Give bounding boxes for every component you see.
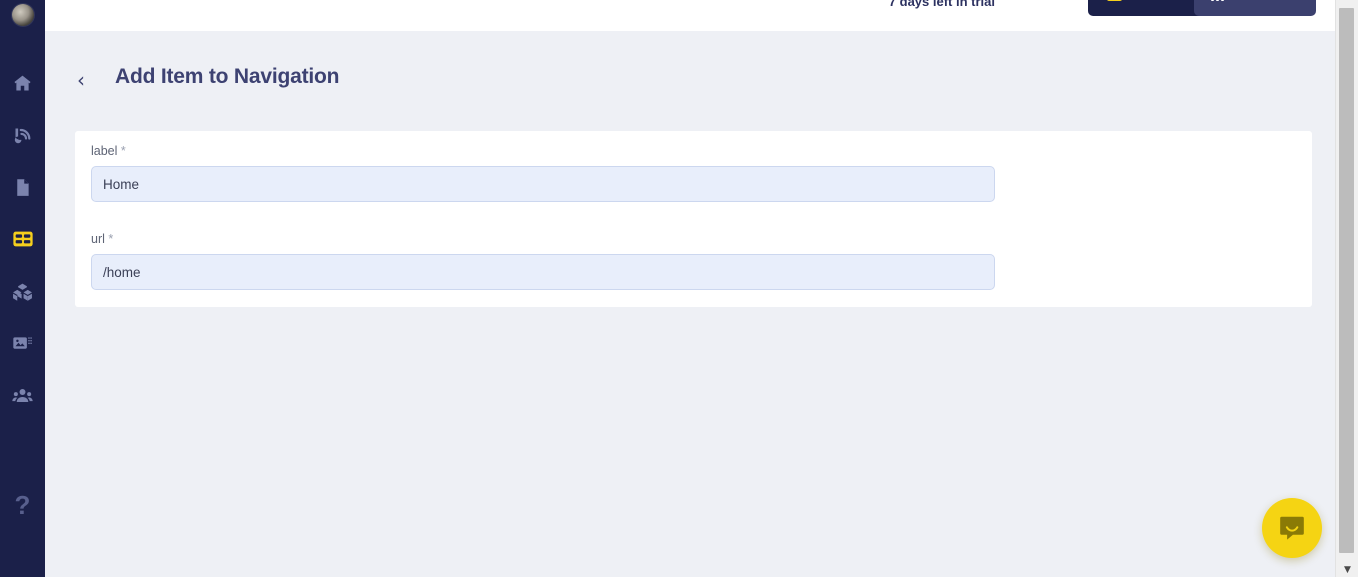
form-field-url: url * /home [91, 232, 995, 290]
main-content: ‹ Add Item to Navigation Publish Save Dr… [45, 31, 1335, 577]
chat-launcher-button[interactable] [1262, 498, 1322, 558]
blocks-icon [13, 283, 32, 301]
page-header: ‹ Add Item to Navigation Publish Save Dr… [45, 50, 1335, 112]
blog-icon [14, 128, 31, 143]
url-input[interactable]: /home [91, 254, 995, 290]
sidebar-item-home[interactable] [6, 66, 40, 100]
field-label-text: label * [91, 144, 995, 158]
grid-icon [12, 231, 33, 247]
subscribe-button[interactable]: Subscribe [1088, 0, 1210, 16]
avatar[interactable] [11, 4, 34, 26]
form-card: label * Home url * /home [75, 131, 1312, 307]
sidebar-icon-list [6, 66, 40, 430]
sidebar-item-blocks[interactable] [6, 274, 40, 308]
url-input-value: /home [103, 264, 141, 280]
sidebar-item-blog[interactable] [6, 118, 40, 152]
document-icon [17, 178, 29, 196]
app-root: ? 7 days left in trial Subscribe Product… [0, 0, 1358, 577]
media-icon [13, 336, 32, 349]
help-icon[interactable]: ? [15, 492, 31, 518]
chat-bubble-icon [1280, 516, 1304, 540]
page-title: Add Item to Navigation [115, 65, 340, 88]
scrollbar-thumb[interactable] [1339, 8, 1354, 553]
environment-label: Production [1230, 0, 1299, 3]
topbar: 7 days left in trial Subscribe Productio… [45, 0, 1335, 31]
back-button[interactable]: ‹ [77, 70, 85, 90]
credit-card-icon [1107, 0, 1123, 1]
field-label-name: url [91, 232, 105, 246]
sidebar-item-people[interactable] [6, 378, 40, 412]
scroll-down-arrow-icon[interactable]: ▼ [1336, 566, 1358, 575]
label-input-value: Home [103, 176, 140, 192]
field-label-name: label [91, 144, 118, 158]
sidebar-item-content[interactable] [6, 222, 40, 256]
required-mark: * [120, 144, 126, 158]
vertical-scrollbar[interactable]: ▼ [1335, 0, 1358, 577]
form-field-label: label * Home [91, 144, 995, 202]
home-icon [14, 75, 31, 90]
subscribe-button-label: Subscribe [1128, 0, 1191, 3]
chart-bars-icon [1211, 0, 1225, 1]
label-input[interactable]: Home [91, 166, 995, 202]
sidebar-item-media[interactable] [6, 326, 40, 360]
sidebar: ? [0, 0, 45, 577]
sidebar-item-pages[interactable] [6, 170, 40, 204]
trial-status-text: 7 days left in trial [888, 0, 995, 9]
field-label-text: url * [91, 232, 995, 246]
environment-switcher-button[interactable]: Production [1194, 0, 1316, 16]
users-icon [12, 388, 33, 402]
required-mark: * [108, 232, 114, 246]
